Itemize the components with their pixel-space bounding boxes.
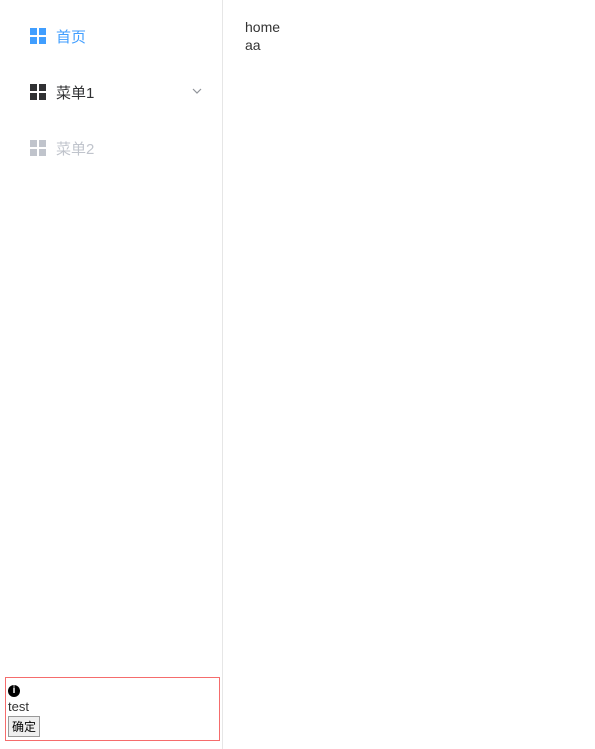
grid-icon [30,84,46,100]
confirm-button[interactable]: 确定 [8,716,40,737]
sidebar: 首页 菜单1 菜单2 [0,0,223,749]
sidebar-item-label: 菜单1 [56,82,192,103]
sidebar-item-label: 菜单2 [56,138,202,159]
content-line-1: home [245,18,573,36]
sidebar-item-menu1[interactable]: 菜单1 [0,64,222,120]
chevron-down-icon [192,85,202,99]
sidebar-item-home[interactable]: 首页 [0,8,222,64]
main-content: home aa [223,0,595,749]
sidebar-item-label: 首页 [56,26,202,47]
grid-icon [30,28,46,44]
content-line-2: aa [245,36,573,54]
sidebar-item-menu2: 菜单2 [0,120,222,176]
message-dialog: i test 确定 [5,677,220,741]
info-icon: i [8,685,20,697]
dialog-message: test [8,699,217,714]
grid-icon [30,140,46,156]
